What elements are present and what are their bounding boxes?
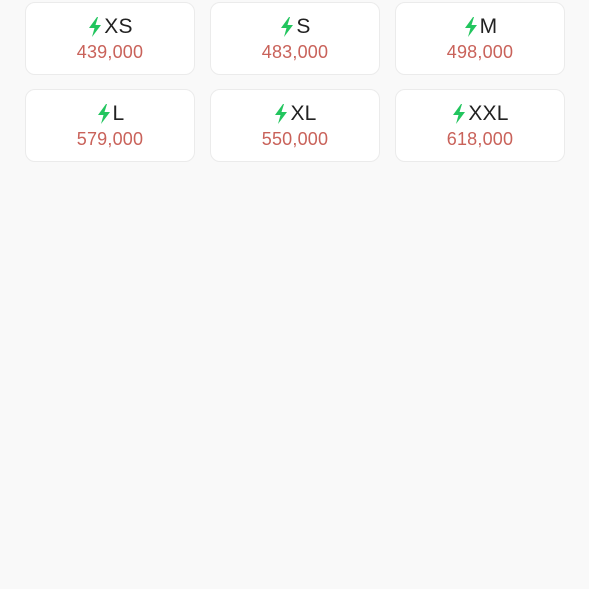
lightning-icon bbox=[464, 17, 477, 37]
size-option-m[interactable]: M 498,000 bbox=[395, 2, 565, 75]
lightning-icon bbox=[97, 104, 110, 124]
size-option-l[interactable]: L 579,000 bbox=[25, 89, 195, 162]
lightning-icon bbox=[453, 104, 466, 124]
size-price: 439,000 bbox=[76, 42, 144, 62]
size-row: S bbox=[279, 14, 310, 40]
size-label: XXL bbox=[468, 102, 509, 125]
size-option-xl[interactable]: XL 550,000 bbox=[210, 89, 380, 162]
size-row: XXL bbox=[451, 101, 508, 127]
size-option-xs[interactable]: XS 439,000 bbox=[25, 2, 195, 75]
lightning-icon bbox=[281, 17, 294, 37]
lightning-icon bbox=[275, 104, 288, 124]
size-label: S bbox=[296, 15, 311, 38]
size-price-grid: XS 439,000 S 483,000 M 498,000 L 579,000… bbox=[25, 2, 565, 162]
size-row: M bbox=[463, 14, 498, 40]
size-row: XS bbox=[87, 14, 133, 40]
size-label: XS bbox=[104, 15, 133, 38]
size-row: XL bbox=[273, 101, 316, 127]
size-row: L bbox=[96, 101, 125, 127]
size-label: M bbox=[479, 15, 498, 38]
size-price: 550,000 bbox=[261, 129, 329, 149]
lightning-icon bbox=[89, 17, 102, 37]
size-option-xxl[interactable]: XXL 618,000 bbox=[395, 89, 565, 162]
size-price: 618,000 bbox=[446, 129, 514, 149]
size-price: 579,000 bbox=[76, 129, 144, 149]
size-price: 483,000 bbox=[261, 42, 329, 62]
size-price: 498,000 bbox=[446, 42, 514, 62]
size-label: L bbox=[112, 102, 125, 125]
size-option-s[interactable]: S 483,000 bbox=[210, 2, 380, 75]
size-label: XL bbox=[290, 102, 317, 125]
